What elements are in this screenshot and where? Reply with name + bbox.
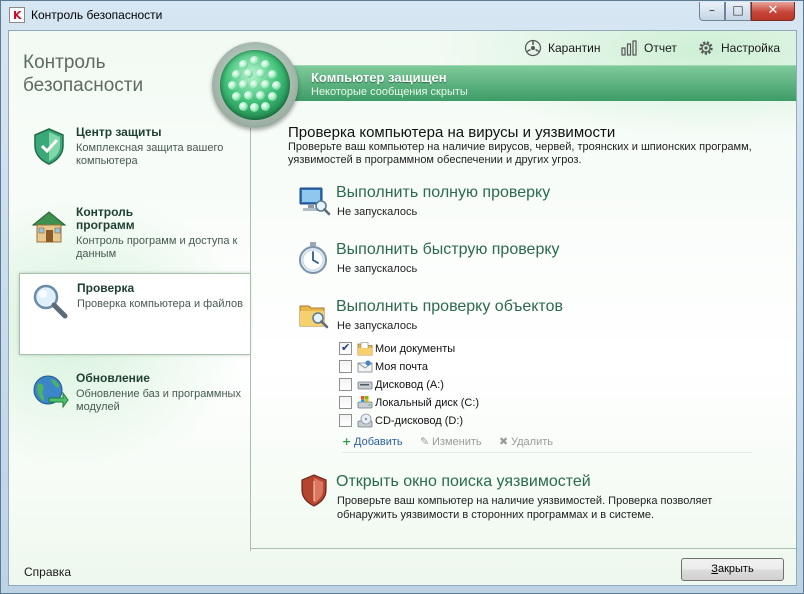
object-scan-link[interactable]: Выполнить проверку объектов [336, 298, 563, 316]
sidebar-item-desc: Обновление баз и программных модулей [76, 388, 241, 413]
quarantine-icon [524, 39, 542, 57]
close-button[interactable]: Закрыть [681, 558, 784, 581]
sidebar-item-scan[interactable]: Проверка Проверка компьютера и файлов [19, 273, 250, 355]
quick-scan-link[interactable]: Выполнить быструю проверку [336, 241, 560, 259]
report-chart-icon [621, 40, 637, 56]
divider [251, 548, 796, 549]
folder-scan-icon [299, 305, 329, 329]
minimize-button[interactable]: – [699, 2, 725, 21]
object-label: Дисковод (A:) [375, 379, 444, 391]
section-heading: Проверка компьютера на вирусы и уязвимос… [288, 124, 616, 141]
object-checkbox[interactable] [339, 396, 352, 409]
object-label: Мои документы [375, 343, 456, 355]
task-status: Не запускалось [337, 320, 418, 332]
object-checkbox[interactable] [339, 414, 352, 427]
computer-scan-icon [299, 187, 331, 216]
magnifier-icon [33, 284, 68, 319]
vulnerability-scan-link[interactable]: Открыть окно поиска уязвимостей [336, 473, 591, 491]
sidebar-item-title: Контроль программ [76, 205, 135, 232]
status-subtitle: Некоторые сообщения скрыты [311, 86, 468, 98]
product-title: Контроль безопасности [23, 51, 143, 97]
help-link[interactable]: Справка [24, 565, 71, 579]
object-list-actions: + Добавить ✎ Изменить ✖ Удалить [342, 435, 762, 451]
maximize-button[interactable]: □ [725, 2, 751, 21]
hard-disk-icon [357, 396, 373, 409]
kaspersky-app-icon: K [9, 7, 25, 23]
full-scan-link[interactable]: Выполнить полную проверку [336, 184, 550, 202]
house-icon [31, 211, 67, 243]
quick-scan-task: Выполнить быструю проверку Не запускалос… [297, 241, 777, 279]
settings-label: Настройка [721, 41, 781, 55]
window-title: Контроль безопасности [31, 8, 163, 22]
list-item: CD-дисковод (D:) [339, 412, 639, 430]
shield-vulnerability-icon [301, 474, 327, 507]
sidebar-item-desc: Комплексная защита вашего компьютера [76, 142, 224, 167]
add-object-button[interactable]: + Добавить [342, 435, 403, 448]
vulnerability-scan-task: Открыть окно поиска уязвимостей Проверьт… [297, 473, 777, 525]
task-status: Не запускалось [337, 206, 418, 218]
quarantine-label: Карантин [548, 41, 601, 55]
edit-object-button[interactable]: ✎ Изменить [420, 435, 482, 448]
object-label: Локальный диск (C:) [375, 397, 480, 409]
list-item: Дисковод (A:) [339, 376, 639, 394]
list-item: Мои документы [339, 340, 639, 358]
product-title-line1: Контроль [23, 52, 106, 73]
object-checkbox[interactable] [339, 341, 352, 355]
sidebar-item-title: Центр защиты [76, 125, 162, 139]
status-indicator-icon[interactable] [212, 42, 298, 128]
sidebar-item-desc: Проверка компьютера и файлов [77, 298, 243, 310]
shield-icon [34, 128, 64, 165]
object-checkbox[interactable] [339, 378, 352, 391]
object-scan-task: Выполнить проверку объектов Не запускало… [297, 298, 777, 336]
panel-divider [250, 91, 251, 551]
stopwatch-icon [299, 242, 327, 274]
object-checkbox[interactable] [339, 360, 352, 373]
globe-update-icon [33, 375, 69, 409]
divider [342, 452, 752, 453]
status-title: Компьютер защищен [311, 70, 447, 85]
task-status: Не запускалось [337, 263, 418, 275]
app-window: K Контроль безопасности – □ ✕ Контроль б… [0, 0, 804, 594]
floppy-drive-icon [357, 381, 373, 390]
object-label: Моя почта [375, 361, 429, 373]
plus-icon: + [342, 435, 352, 448]
delete-x-icon: ✖ [499, 435, 509, 448]
title-bar[interactable]: K Контроль безопасности – □ ✕ [1, 1, 803, 29]
product-title-line2: безопасности [23, 75, 144, 96]
sidebar-item-protection-center[interactable]: Центр защиты Комплексная защита вашего к… [19, 118, 250, 198]
documents-folder-icon [357, 342, 373, 356]
protection-status-banner[interactable]: Компьютер защищен Некоторые сообщения ск… [267, 65, 796, 101]
sidebar-item-title: Проверка [77, 281, 135, 295]
minimize-icon: – [709, 3, 715, 17]
list-item: Локальный диск (C:) [339, 394, 639, 412]
maximize-icon: □ [732, 3, 744, 17]
gear-icon [699, 41, 713, 55]
report-label: Отчет [644, 41, 677, 55]
cd-drive-icon [357, 413, 373, 428]
mail-icon [357, 360, 373, 373]
list-item: Моя почта [339, 358, 639, 376]
sidebar-item-desc: Контроль программ и доступа к данным [76, 235, 238, 260]
client-area: Контроль безопасности Центр защиты Компл… [8, 30, 797, 586]
close-icon: ✕ [767, 3, 779, 18]
delete-object-button[interactable]: ✖ Удалить [499, 435, 553, 448]
sidebar-item-program-control[interactable]: Контроль программ Контроль программ и до… [19, 198, 250, 278]
pencil-icon: ✎ [420, 435, 430, 448]
full-scan-task: Выполнить полную проверку Не запускалось [297, 184, 777, 222]
sidebar-item-title: Обновление [76, 371, 150, 385]
section-description: Проверьте ваш компьютер на наличие вирус… [288, 141, 752, 166]
sidebar-item-update[interactable]: Обновление Обновление баз и программных … [19, 364, 250, 444]
object-label: CD-дисковод (D:) [375, 415, 464, 427]
vulnerability-description: Проверьте ваш компьютер на наличие уязви… [337, 495, 713, 521]
close-window-button[interactable]: ✕ [751, 2, 795, 21]
